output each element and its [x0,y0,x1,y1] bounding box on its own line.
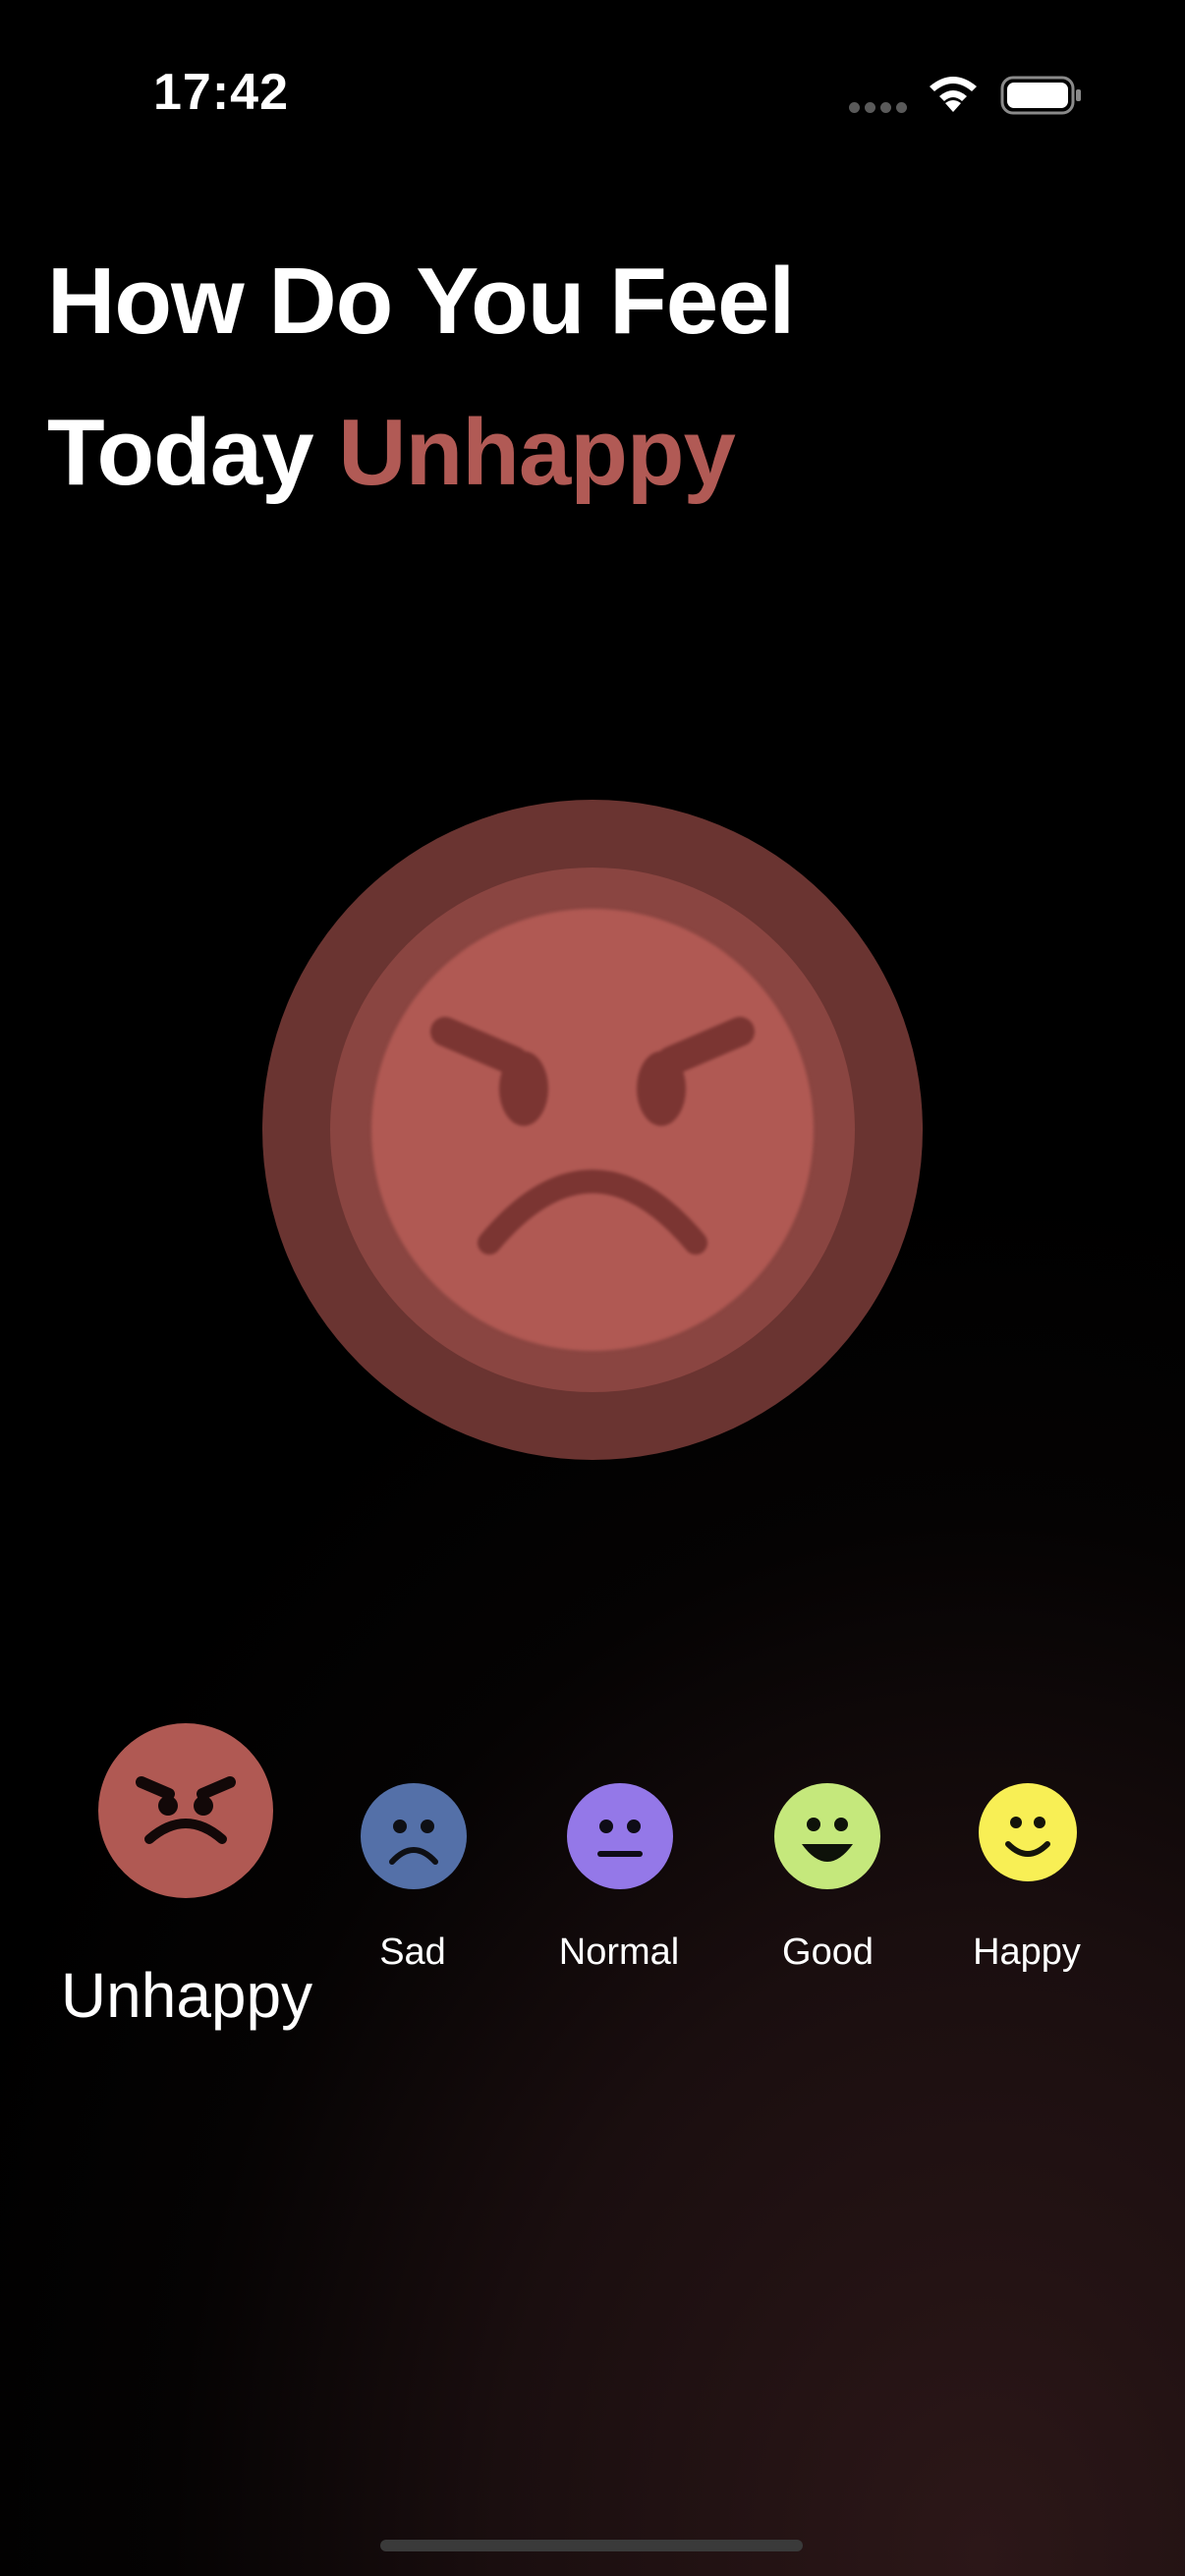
selected-mood-title: Unhappy [338,400,736,505]
mood-option-unhappy[interactable]: Unhappy [39,1719,334,2044]
title-line-1: How Do You Feel [47,249,795,354]
grinning-face-icon [774,1783,880,1889]
battery-icon [1000,75,1083,116]
smiling-face-icon [979,1783,1077,1881]
home-indicator[interactable] [380,2540,803,2551]
angry-face-icon [98,1723,273,1898]
sad-face-icon [361,1783,467,1889]
mood-label-unhappy: Unhappy [60,1960,313,2031]
mood-label-good: Good [782,1932,874,1973]
neutral-face-icon [567,1783,673,1889]
cellular-signal-icon [849,102,908,116]
mood-label-normal: Normal [558,1932,680,1973]
mood-option-happy[interactable]: Happy [943,1778,1110,1975]
large-angry-face-icon [371,909,814,1351]
mood-label-happy: Happy [973,1932,1081,1973]
mood-label-sad: Sad [379,1932,446,1973]
mood-option-sad[interactable]: Sad [334,1778,491,1975]
title-line-2: Today Unhappy [47,377,794,529]
mood-option-normal[interactable]: Normal [531,1778,707,1975]
page-title: How Do You Feel Today Unhappy [47,226,795,529]
title-today: Today [47,400,314,505]
wifi-icon [926,73,981,114]
mood-option-good[interactable]: Good [747,1778,909,1975]
status-time: 17:42 [153,64,289,121]
